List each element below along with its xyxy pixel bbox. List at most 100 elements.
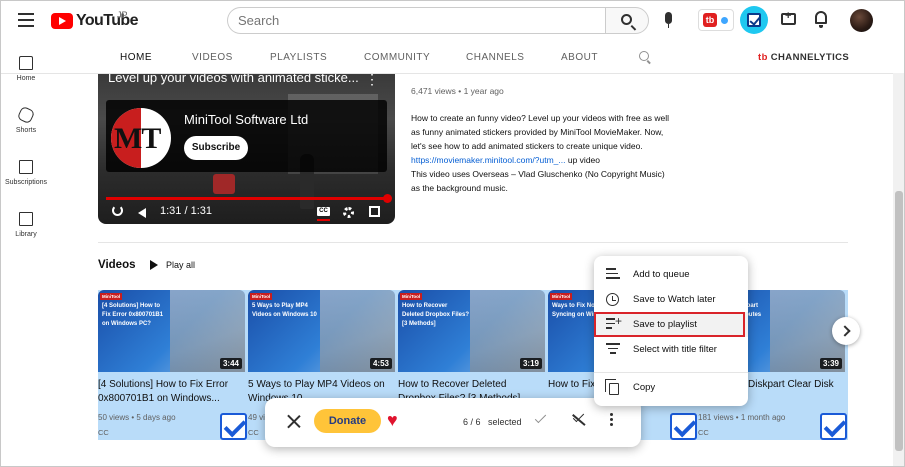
sidebar-item-subscriptions[interactable]: Subscriptions — [1, 160, 51, 186]
sidebar-item-label: Subscriptions — [4, 179, 48, 186]
menu-item-copy[interactable]: Copy — [594, 375, 748, 400]
sidebar-item-shorts[interactable]: Shorts — [1, 105, 51, 134]
captions-icon[interactable]: CC — [317, 207, 330, 216]
play-icon — [150, 260, 158, 270]
more-options-icon[interactable] — [610, 413, 613, 427]
menu-item-add-to-queue[interactable]: Add to queue — [594, 262, 748, 287]
videos-section-title[interactable]: Videos — [98, 259, 136, 271]
avatar[interactable] — [850, 9, 873, 32]
menu-item-label: Save to playlist — [633, 319, 697, 330]
queue-icon — [606, 268, 620, 281]
thumbnail-text: [4 Solutions] How to Fix Error 0x800701B… — [102, 303, 164, 327]
tab-community[interactable]: COMMUNITY — [364, 52, 430, 63]
player-video-title[interactable]: Level up your videos with animated stick… — [108, 74, 359, 85]
progress-bar[interactable] — [106, 197, 387, 200]
channel-search-icon[interactable] — [639, 51, 649, 61]
menu-item-label: Select with title filter — [633, 344, 717, 355]
subscribe-button[interactable]: Subscribe — [184, 136, 248, 160]
tab-videos[interactable]: VIDEOS — [192, 52, 233, 63]
playlist-add-icon — [606, 314, 622, 331]
select-checkbox[interactable] — [820, 413, 847, 440]
progress-scrubber[interactable] — [383, 194, 392, 203]
video-thumbnail[interactable]: MiniTool 5 Ways to Play MP4 Videos on Wi… — [248, 290, 395, 372]
volume-icon[interactable] — [138, 208, 146, 218]
microphone-icon[interactable] — [665, 12, 672, 28]
channel-logo-text: MT — [114, 122, 161, 155]
notifications-bell-icon[interactable] — [815, 11, 827, 28]
tubebuddy-icon: tb — [703, 13, 717, 27]
select-checkbox[interactable] — [670, 413, 697, 440]
sidebar-item-home[interactable]: Home — [1, 56, 51, 82]
tab-playlists[interactable]: PLAYLISTS — [270, 52, 327, 63]
tab-about[interactable]: ABOUT — [561, 52, 598, 63]
video-frame-object — [213, 174, 235, 194]
search-box — [227, 7, 606, 34]
search-input[interactable] — [228, 8, 606, 33]
sidebar-item-library[interactable]: Library — [1, 212, 51, 238]
video-thumbnail[interactable]: MiniTool How to Recover Deleted Dropbox … — [398, 290, 545, 372]
sidebar-item-label: Library — [15, 231, 37, 238]
context-menu: Add to queue Save to Watch later Save to… — [594, 256, 748, 406]
next-arrow-button[interactable] — [832, 317, 860, 345]
channelytics-tab[interactable]: tb CHANNELYTICS — [758, 52, 849, 63]
selected-label: selected — [488, 417, 522, 427]
cc-badge: CC — [698, 428, 709, 437]
description-line: How to create an funny video? Level up y… — [411, 113, 669, 123]
create-video-icon[interactable] — [781, 10, 796, 25]
hamburger-menu-icon[interactable] — [18, 13, 34, 27]
description-link[interactable]: https://moviemaker.minitool.com/?utm_... — [411, 155, 565, 165]
home-icon — [19, 56, 33, 70]
heart-icon[interactable]: ♥ — [387, 410, 398, 430]
menu-item-title-filter[interactable]: Select with title filter — [594, 337, 748, 362]
video-thumbnail[interactable]: MiniTool [4 Solutions] How to Fix Error … — [98, 290, 245, 372]
video-title[interactable]: [4 Solutions] How to Fix Error 0x800701B… — [98, 378, 243, 406]
tab-home[interactable]: HOME — [120, 52, 152, 63]
sidebar-item-label: Home — [16, 75, 36, 82]
thumbnail-brand: MiniTool — [250, 293, 273, 300]
menu-divider — [594, 372, 748, 373]
description-line: This video uses Overseas – Vlad Gluschen… — [411, 169, 665, 179]
select-all-icon[interactable] — [533, 414, 547, 426]
subscriptions-icon — [19, 160, 33, 174]
replay-icon[interactable] — [112, 205, 123, 216]
multiselect-extension-button[interactable] — [740, 6, 768, 34]
video-meta: 6,471 views • 1 year ago — [411, 86, 504, 96]
close-icon[interactable] — [287, 414, 301, 428]
youtube-play-icon — [51, 13, 73, 29]
thumbnail-brand: MiniTool — [100, 293, 123, 300]
sidebar: Home Shorts Subscriptions Library — [1, 41, 51, 466]
donate-button[interactable]: Donate — [314, 409, 381, 433]
select-checkbox[interactable] — [220, 413, 247, 440]
channel-tabs: HOME VIDEOS PLAYLISTS COMMUNITY CHANNELS… — [98, 42, 868, 72]
deselect-all-icon[interactable] — [571, 413, 587, 427]
channel-end-card[interactable]: MT MiniTool Software Ltd Subscribe — [106, 100, 387, 172]
tubebuddy-icon: tb — [758, 52, 768, 63]
search-button[interactable] — [605, 7, 649, 34]
video-meta: 181 views • 1 month ago — [698, 413, 786, 422]
bulk-action-bar: Donate ♥ 6 / 6 selected — [265, 398, 641, 447]
scrollbar-thumb[interactable] — [895, 191, 903, 451]
description-line: https://moviemaker.minitool.com/?utm_...… — [411, 153, 701, 167]
shorts-icon — [16, 105, 36, 125]
video-card[interactable]: MiniTool [4 Solutions] How to Fix Error … — [98, 290, 247, 440]
fullscreen-icon[interactable] — [369, 206, 380, 217]
duration-badge: 3:44 — [219, 358, 242, 369]
more-vert-icon[interactable]: ⋮ — [365, 74, 379, 88]
tab-channels[interactable]: CHANNELS — [466, 52, 524, 63]
channel-name[interactable]: MiniTool Software Ltd — [184, 112, 308, 127]
play-all-button[interactable]: Play all — [150, 260, 195, 270]
channelytics-label: CHANNELYTICS — [770, 52, 850, 63]
divider — [98, 242, 848, 243]
menu-item-label: Add to queue — [633, 269, 690, 280]
top-bar: YouTube JP tb — [1, 1, 904, 41]
tubebuddy-extension-button[interactable]: tb — [698, 9, 734, 31]
play-all-label: Play all — [166, 260, 196, 270]
status-dot — [721, 17, 728, 24]
settings-gear-icon[interactable] — [343, 207, 354, 218]
menu-item-watch-later[interactable]: Save to Watch later — [594, 287, 748, 312]
menu-item-save-to-playlist[interactable]: Save to playlist — [594, 312, 748, 337]
menu-item-label: Copy — [633, 382, 656, 393]
video-player[interactable]: Level up your videos with animated stick… — [98, 74, 395, 224]
channel-logo[interactable]: MT — [111, 108, 171, 168]
description-line: as funny animated stickers provided by M… — [411, 127, 664, 137]
